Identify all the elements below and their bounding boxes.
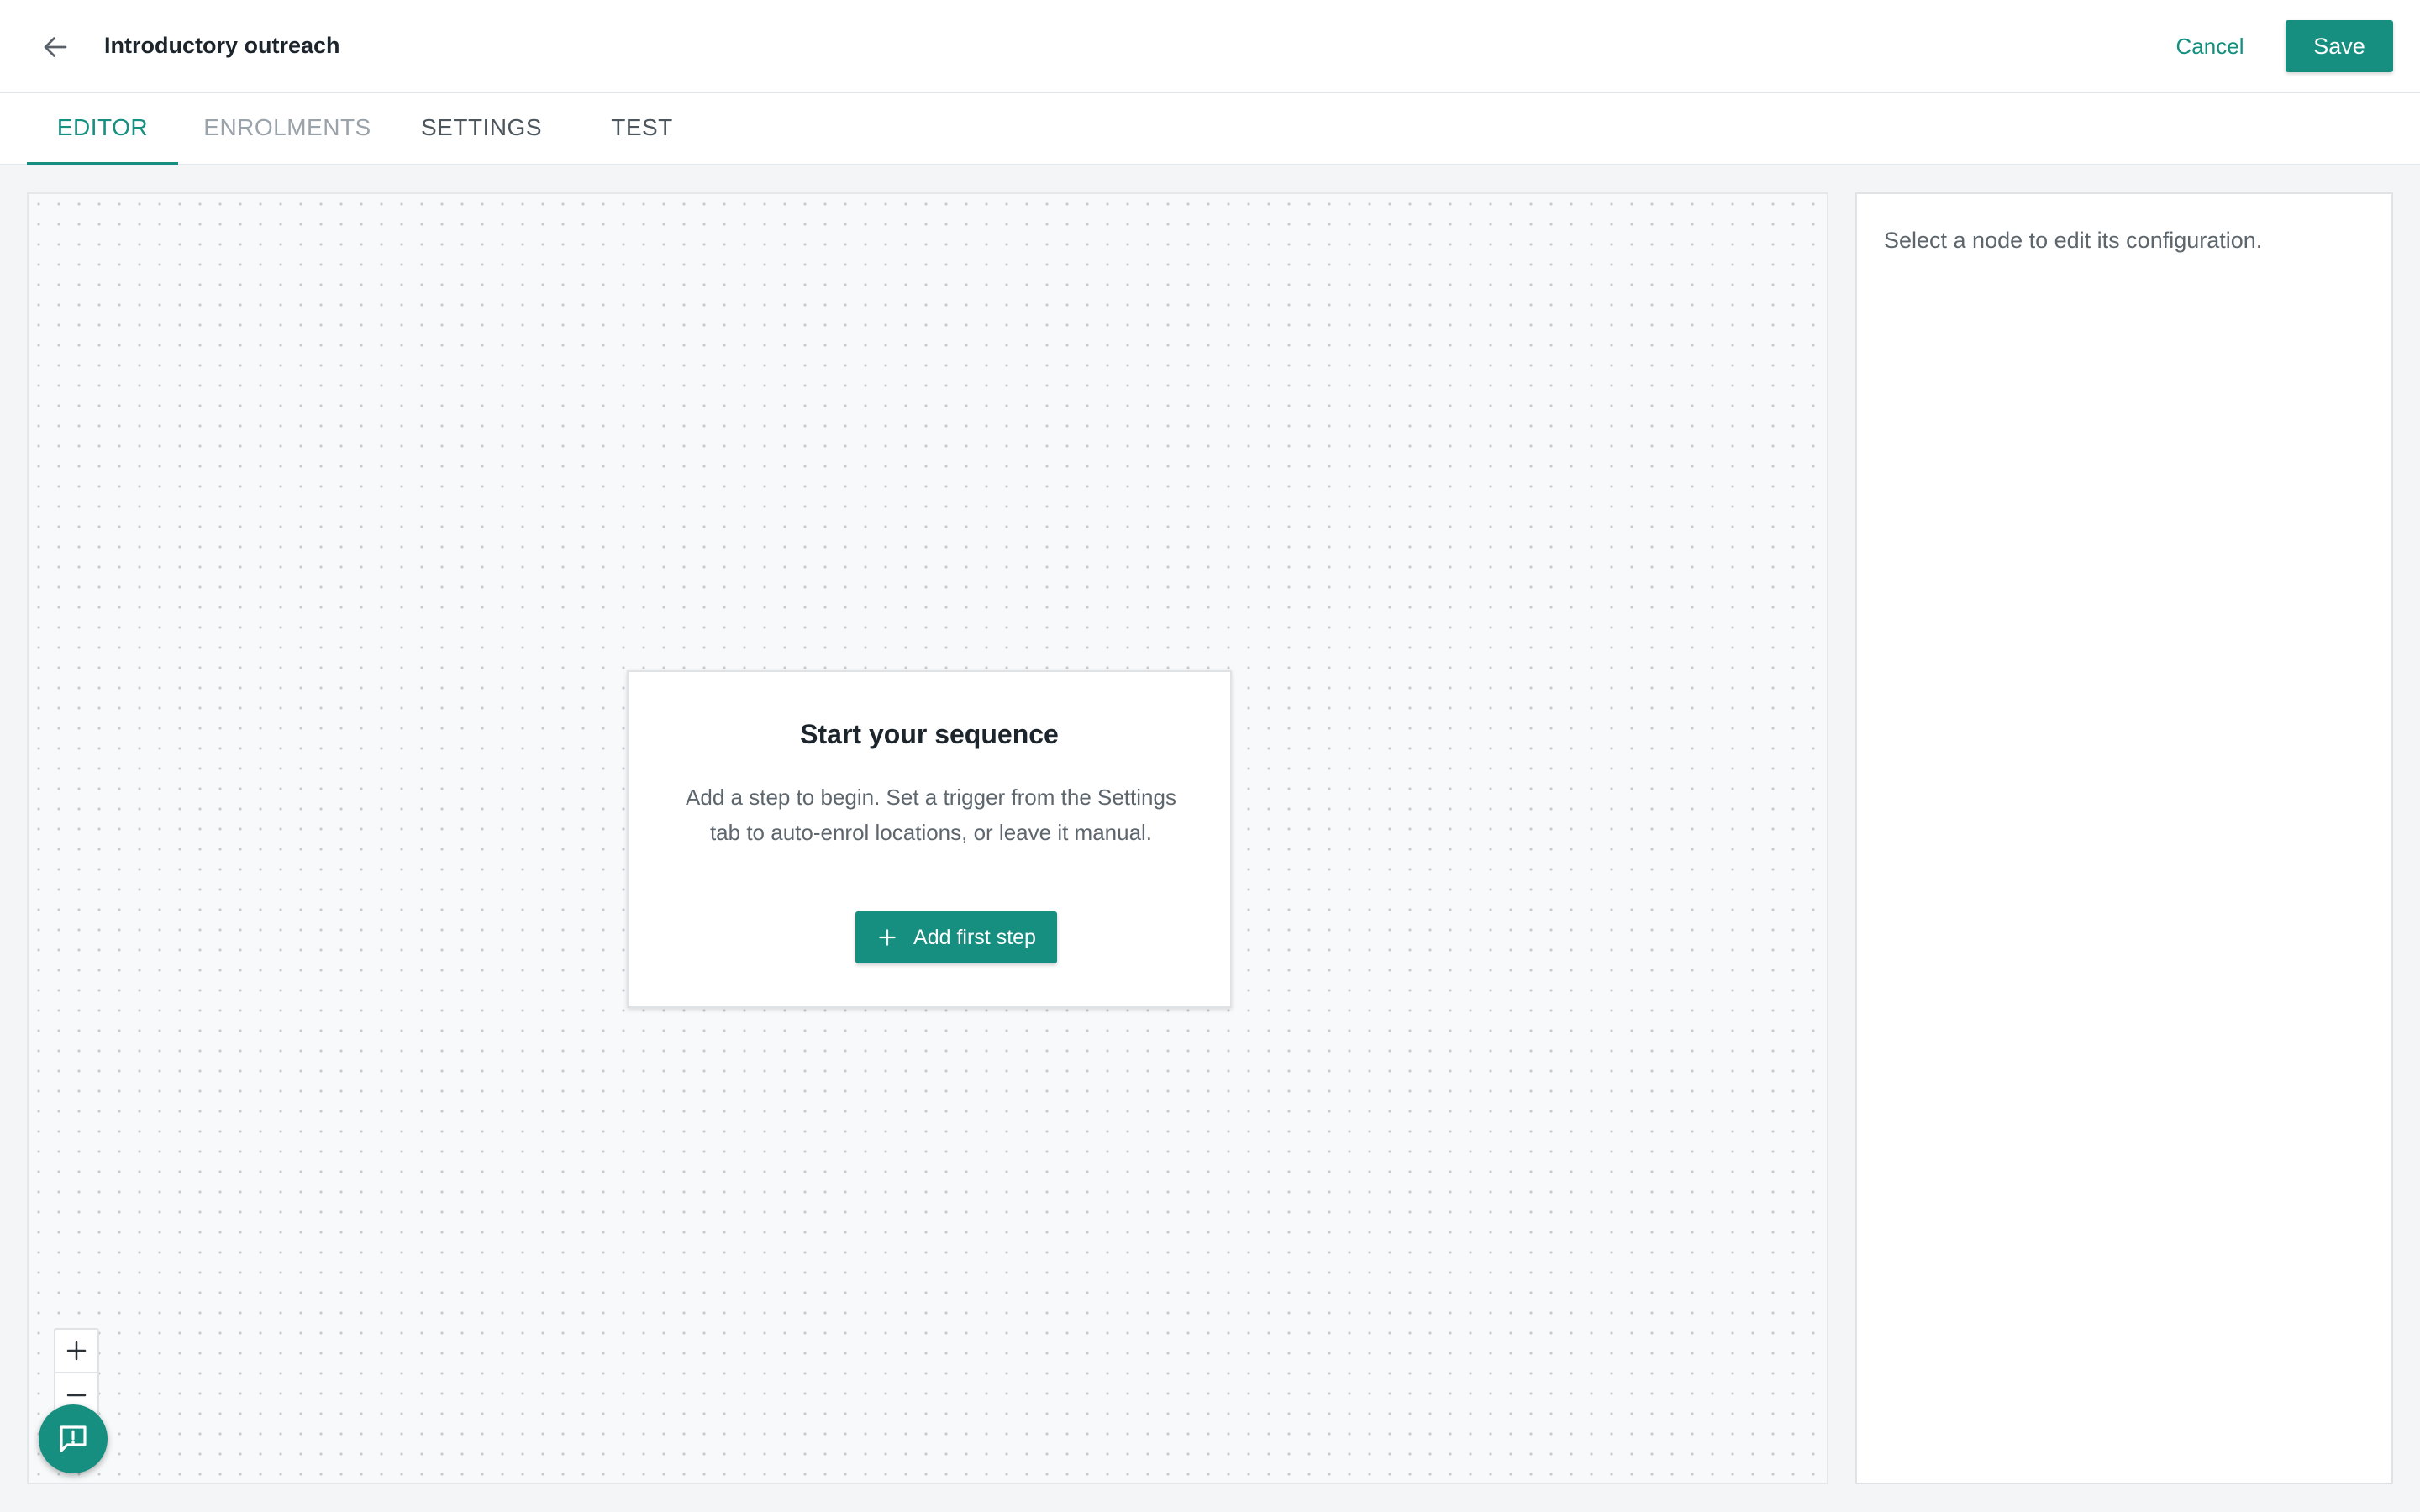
add-first-step-button[interactable]: Add first step [855, 911, 1057, 963]
back-button[interactable] [37, 29, 74, 66]
cancel-button[interactable]: Cancel [2166, 25, 2254, 67]
top-bar: Introductory outreach Cancel Save [0, 0, 2420, 93]
plus-icon [66, 1341, 87, 1361]
sequence-canvas[interactable]: Start your sequence Add a step to begin.… [27, 192, 1828, 1484]
save-button[interactable]: Save [2286, 20, 2393, 72]
page-title: Introductory outreach [104, 33, 340, 58]
tab-bar: EDITOR ENROLMENTS SETTINGS TEST [0, 93, 2420, 165]
side-panel-hint: Select a node to edit its configuration. [1884, 228, 2263, 253]
arrow-left-icon [44, 37, 67, 57]
zoom-in-button[interactable] [55, 1330, 97, 1373]
tab-editor[interactable]: EDITOR [27, 93, 178, 165]
add-first-step-label: Add first step [913, 925, 1036, 949]
feedback-button[interactable] [39, 1404, 108, 1473]
tab-test[interactable]: TEST [585, 93, 699, 165]
plus-icon [879, 929, 896, 946]
tab-enrolments[interactable]: ENROLMENTS [195, 93, 380, 165]
config-side-panel: Select a node to edit its configuration. [1855, 192, 2393, 1484]
start-card-title: Start your sequence [800, 719, 1059, 749]
tab-settings[interactable]: SETTINGS [407, 93, 556, 165]
start-card-description: Add a step to begin. Set a trigger from … [686, 785, 1176, 845]
feedback-icon [60, 1425, 87, 1452]
start-sequence-card: Start your sequence Add a step to begin.… [627, 670, 1232, 1008]
